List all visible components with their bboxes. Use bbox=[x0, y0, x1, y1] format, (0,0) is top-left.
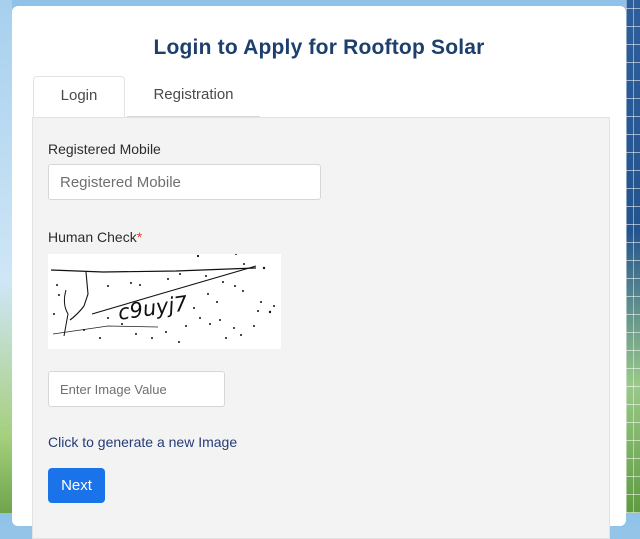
background-solar-panel bbox=[626, 0, 640, 513]
tab-login[interactable]: Login bbox=[33, 76, 125, 120]
next-button[interactable]: Next bbox=[48, 468, 105, 503]
captcha-image: c9uyj7 bbox=[48, 254, 281, 349]
required-marker: * bbox=[136, 229, 143, 245]
page-title: Login to Apply for Rooftop Solar bbox=[153, 36, 485, 59]
tab-bar: Login Registration bbox=[32, 76, 622, 120]
mobile-input[interactable] bbox=[48, 164, 321, 200]
human-check-label-text: Human Check bbox=[48, 229, 137, 245]
tab-registration[interactable]: Registration bbox=[127, 76, 260, 119]
login-card: Login to Apply for Rooftop Solar Login R… bbox=[12, 6, 626, 539]
human-check-label: Human Check* bbox=[48, 229, 142, 245]
background-left bbox=[0, 0, 12, 513]
mobile-label: Registered Mobile bbox=[48, 141, 161, 157]
login-form-panel: Registered Mobile Human Check* c9uyj7 bbox=[32, 117, 610, 539]
captcha-input[interactable] bbox=[48, 371, 225, 407]
regenerate-captcha-link[interactable]: Click to generate a new Image bbox=[48, 434, 237, 450]
